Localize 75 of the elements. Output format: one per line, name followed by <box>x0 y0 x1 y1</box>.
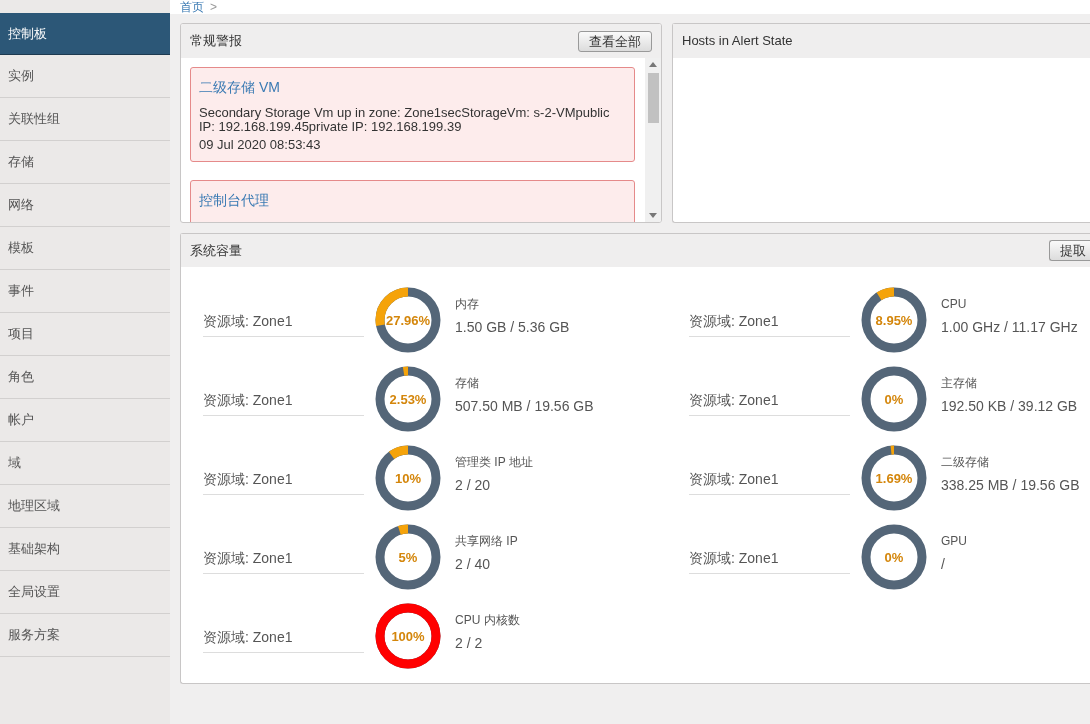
sidebar-item[interactable]: 存储 <box>0 141 170 184</box>
sidebar-item[interactable]: 模板 <box>0 227 170 270</box>
usage-ring <box>861 366 927 432</box>
sidebar-item[interactable]: 域 <box>0 442 170 485</box>
breadcrumb-link[interactable]: 首页 <box>180 0 204 14</box>
scrollbar-thumb[interactable] <box>647 73 659 123</box>
usage-percent: 0% <box>884 392 904 406</box>
resource-usage: 2 / 2 <box>455 634 484 653</box>
zone-label: 资源域: Zone1 <box>203 311 364 337</box>
resource-name: GPU <box>941 533 967 550</box>
scroll-down-icon[interactable] <box>649 213 657 218</box>
zone-label: 资源域: Zone1 <box>203 469 364 495</box>
resource-name: 二级存储 <box>941 454 990 471</box>
usage-ring <box>861 445 927 511</box>
alert-title[interactable]: 控制台代理 <box>199 190 626 211</box>
resource-name: CPU <box>941 296 968 313</box>
usage-ring <box>861 524 927 590</box>
usage-percent: 27.96% <box>385 313 431 327</box>
zone-label: 资源域: Zone1 <box>203 627 364 653</box>
sidebar-item[interactable]: 关联性组 <box>0 98 170 141</box>
usage-percent: 0% <box>884 550 904 564</box>
resource-usage: 1.50 GB / 5.36 GB <box>455 318 570 337</box>
zone-label: 资源域: Zone1 <box>689 311 850 337</box>
view-all-button[interactable]: 查看全部 <box>578 30 652 52</box>
resource-name: 共享网络 IP <box>455 533 518 550</box>
usage-percent: 2.53% <box>389 392 427 406</box>
breadcrumb-separator: > <box>210 0 217 14</box>
zone-label: 资源域: Zone1 <box>203 548 364 574</box>
sidebar-item[interactable]: 网络 <box>0 184 170 227</box>
alert-time: 09 Jul 2020 08:53:43 <box>199 138 322 152</box>
resource-usage: 507.50 MB / 19.56 GB <box>455 397 594 416</box>
zone-label: 资源域: Zone1 <box>689 469 850 495</box>
usage-percent: 5% <box>398 550 418 564</box>
fetch-button[interactable]: 提取 <box>1049 240 1090 261</box>
resource-name: 管理类 IP 地址 <box>455 454 533 471</box>
panel-title: Hosts in Alert State <box>682 32 793 51</box>
sidebar-item[interactable]: 项目 <box>0 313 170 356</box>
usage-percent: 100% <box>391 629 425 643</box>
sidebar-item[interactable]: 事件 <box>0 270 170 313</box>
usage-percent: 8.95% <box>875 313 913 327</box>
usage-ring <box>375 366 441 432</box>
usage-ring <box>375 603 441 669</box>
usage-ring <box>861 287 927 353</box>
resource-usage: 338.25 MB / 19.56 GB <box>941 476 1080 495</box>
zone-label: 资源域: Zone1 <box>203 390 364 416</box>
resource-name: 内存 <box>455 296 480 313</box>
resource-name: CPU 内核数 <box>455 612 520 629</box>
resource-name: 主存储 <box>941 375 978 392</box>
usage-ring <box>375 445 441 511</box>
alert-message: Secondary Storage Vm up in zone: Zone1secStorageVm: s-2-VMpublic IP: 192.168.199.45private IP: 192.168.199.39 <box>199 106 611 134</box>
zone-label: 资源域: Zone1 <box>689 390 850 416</box>
alert-title[interactable]: 二级存储 VM <box>199 77 626 98</box>
resource-usage: / <box>941 555 946 574</box>
sidebar-item[interactable]: 角色 <box>0 356 170 399</box>
zone-label: 资源域: Zone1 <box>689 548 850 574</box>
resource-usage: 192.50 KB / 39.12 GB <box>941 397 1078 416</box>
panel-title: 系统容量 <box>190 241 242 260</box>
usage-ring <box>375 524 441 590</box>
sidebar-item[interactable]: 服务方案 <box>0 614 170 657</box>
resource-usage: 1.00 GHz / 11.17 GHz <box>941 318 1078 337</box>
panel-title: 常规警报 <box>190 32 242 51</box>
usage-percent: 10% <box>395 471 421 485</box>
sidebar-item[interactable]: 基础架构 <box>0 528 170 571</box>
scrollbar[interactable] <box>645 58 661 222</box>
resource-usage: 2 / 40 <box>455 555 492 574</box>
sidebar-item[interactable]: 全局设置 <box>0 571 170 614</box>
scroll-up-icon[interactable] <box>649 62 657 67</box>
resource-usage: 2 / 20 <box>455 476 492 495</box>
sidebar-item[interactable]: 帐户 <box>0 399 170 442</box>
usage-percent: 1.69% <box>875 471 913 485</box>
sidebar-item[interactable]: 实例 <box>0 55 170 98</box>
usage-ring <box>375 287 441 353</box>
sidebar-item[interactable]: 控制板 <box>0 13 170 55</box>
resource-name: 存储 <box>455 375 480 392</box>
sidebar-item[interactable]: 地理区域 <box>0 485 170 528</box>
